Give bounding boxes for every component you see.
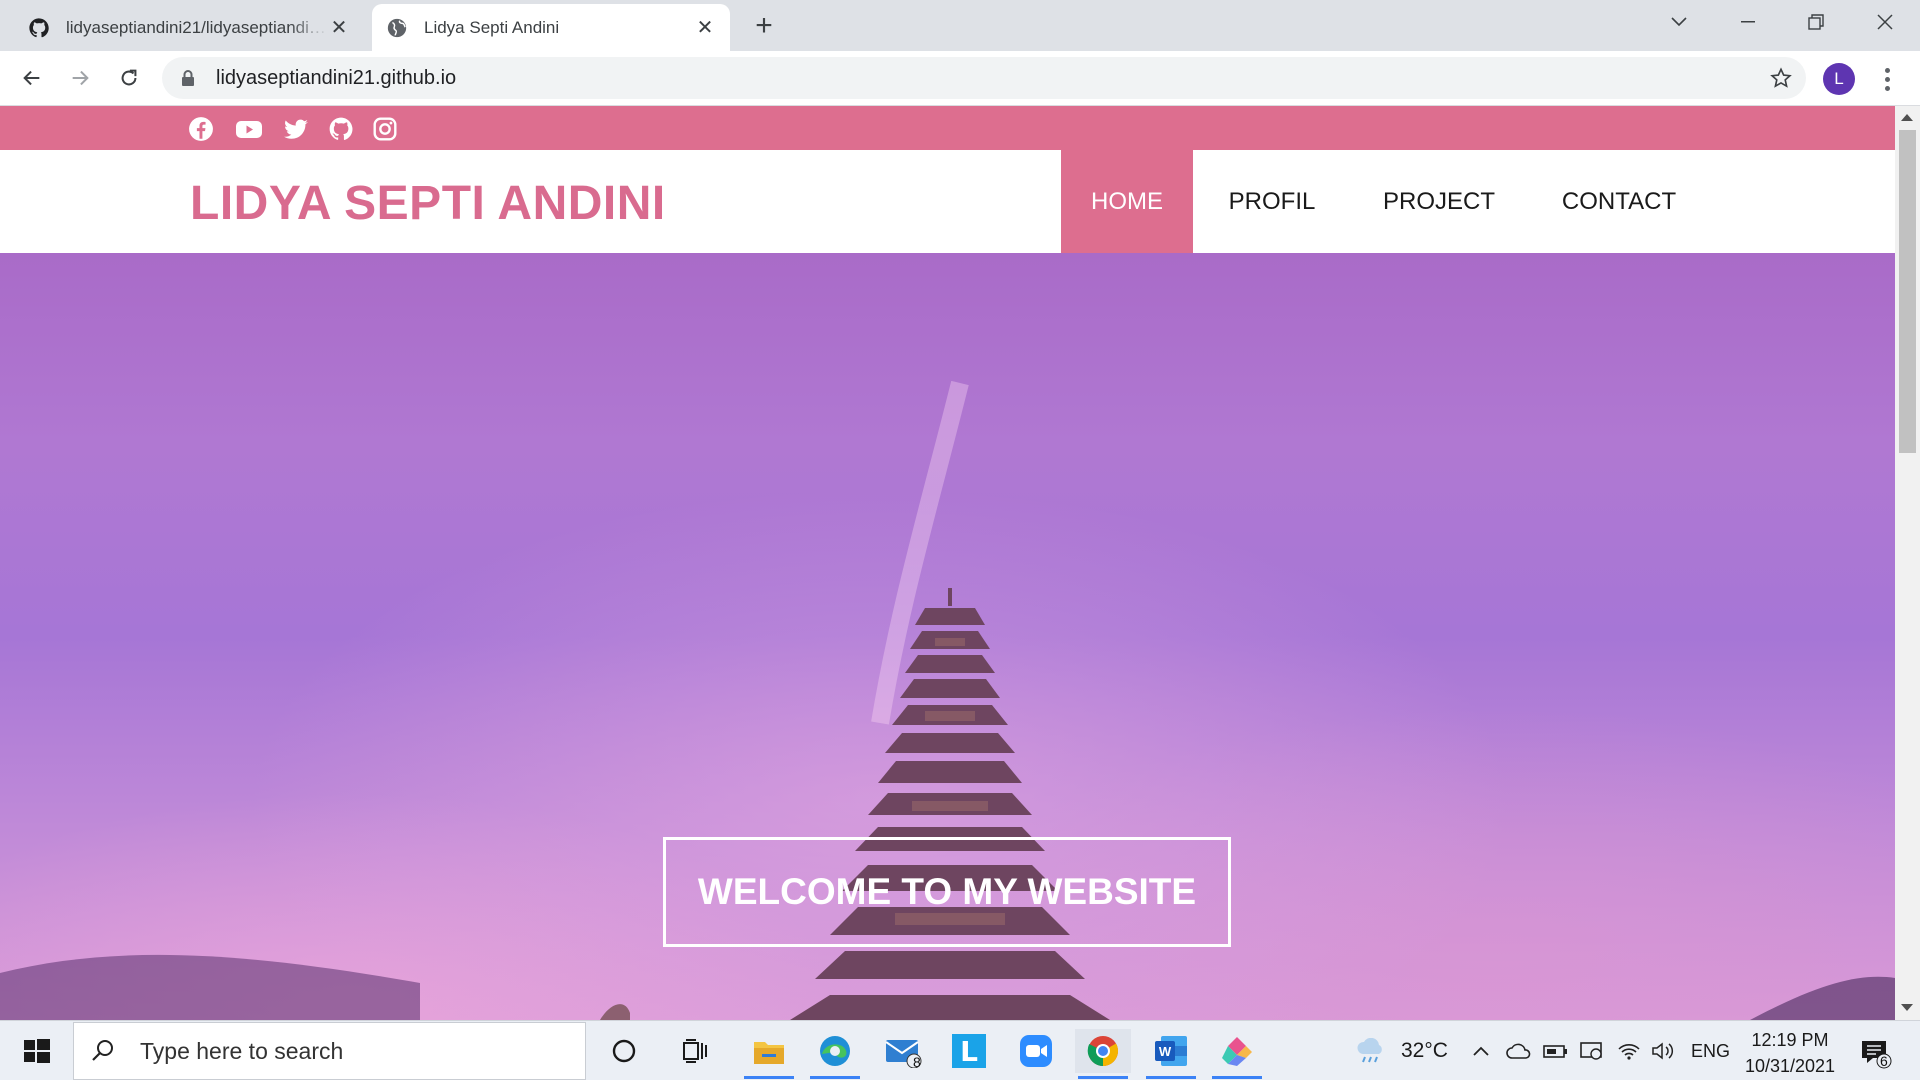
reload-button[interactable]	[112, 61, 146, 95]
menu-kebab-icon[interactable]	[1875, 63, 1899, 95]
url-text: lidyaseptiandini21.github.io	[216, 66, 457, 89]
bookmark-star-icon[interactable]	[1770, 67, 1792, 89]
battery-icon[interactable]	[1543, 1021, 1569, 1081]
security-icon[interactable]	[1580, 1021, 1604, 1081]
restore-icon[interactable]	[1788, 0, 1844, 44]
edge-browser-icon[interactable]	[807, 1029, 863, 1079]
weather-temp: 32°C	[1401, 1039, 1448, 1062]
notification-center-icon[interactable]: 6	[1858, 1035, 1892, 1069]
tab-title: Lidya Septi Andini	[424, 17, 560, 37]
instagram-icon[interactable]	[372, 116, 398, 142]
search-placeholder: Type here to search	[140, 1037, 344, 1064]
mail-badge: 8	[913, 1054, 921, 1070]
scroll-down-arrow-icon[interactable]	[1901, 1004, 1913, 1011]
address-bar[interactable]: lidyaseptiandini21.github.io	[162, 57, 1806, 99]
social-bar	[0, 106, 1895, 150]
file-explorer-icon[interactable]	[741, 1029, 797, 1079]
browser-toolbar: lidyaseptiandini21.github.io L	[0, 51, 1920, 106]
minimize-icon[interactable]	[1720, 0, 1776, 44]
chrome-icon[interactable]	[1075, 1029, 1131, 1079]
tray-overflow-chevron-icon[interactable]	[1472, 1021, 1490, 1081]
site-header: LIDYA SEPTI ANDINI HOME PROFIL PROJECT C…	[0, 150, 1895, 253]
windows-start-icon[interactable]	[14, 1036, 58, 1066]
tab-search-icon[interactable]	[1651, 0, 1707, 44]
cortana-icon[interactable]	[596, 1029, 652, 1073]
svg-text:W: W	[1159, 1044, 1172, 1059]
onedrive-icon[interactable]	[1506, 1021, 1532, 1081]
facebook-icon[interactable]	[188, 116, 214, 142]
zoom-icon[interactable]	[1008, 1029, 1064, 1073]
nav-profil[interactable]: PROFIL	[1193, 150, 1351, 253]
windows-taskbar: Type here to search 8 L W 32°C ENG 12:19…	[0, 1020, 1920, 1080]
task-view-icon[interactable]	[667, 1029, 723, 1073]
github-icon	[29, 17, 49, 37]
nav-contact[interactable]: CONTACT	[1527, 150, 1711, 253]
word-icon[interactable]: W	[1143, 1029, 1199, 1079]
volume-icon[interactable]	[1651, 1021, 1675, 1081]
tab-strip: lidyaseptiandini21/lidyaseptiandini21.gi…	[0, 0, 1920, 51]
profile-avatar[interactable]: L	[1823, 63, 1855, 95]
language-indicator[interactable]: ENG	[1691, 1021, 1730, 1081]
nav-home[interactable]: HOME	[1061, 150, 1193, 253]
youtube-icon[interactable]	[235, 116, 263, 142]
wifi-icon[interactable]	[1617, 1021, 1641, 1081]
tab-site[interactable]: Lidya Septi Andini ✕	[372, 4, 730, 51]
page-viewport: LIDYA SEPTI ANDINI HOME PROFIL PROJECT C…	[0, 106, 1895, 1020]
page-scrollbar[interactable]	[1895, 106, 1920, 1020]
scrollbar-thumb[interactable]	[1899, 130, 1916, 453]
close-tab-icon[interactable]: ✕	[694, 17, 716, 39]
tab-github[interactable]: lidyaseptiandini21/lidyaseptiandini21.gi…	[14, 4, 364, 51]
mail-icon[interactable]: 8	[875, 1029, 931, 1073]
search-icon	[92, 1040, 113, 1061]
twitter-icon[interactable]	[283, 116, 309, 142]
close-tab-icon[interactable]: ✕	[328, 17, 350, 39]
system-clock[interactable]: 12:19 PM 10/31/2021	[1730, 1027, 1850, 1079]
site-brand[interactable]: LIDYA SEPTI ANDINI	[190, 176, 666, 231]
notification-count: 6	[1880, 1053, 1888, 1069]
github-icon[interactable]	[328, 116, 354, 142]
clock-time: 12:19 PM	[1751, 1030, 1829, 1050]
new-tab-button[interactable]: +	[748, 9, 780, 42]
globe-icon	[387, 18, 407, 37]
clock-date: 10/31/2021	[1744, 1056, 1836, 1076]
cloud-rain-icon	[1357, 1038, 1382, 1063]
nav-project[interactable]: PROJECT	[1351, 150, 1527, 253]
welcome-heading: WELCOME TO MY WEBSITE	[663, 837, 1231, 947]
launcher-l-icon[interactable]: L	[941, 1029, 997, 1073]
forward-button[interactable]	[63, 61, 97, 95]
weather-widget[interactable]: 32°C	[1355, 1021, 1448, 1081]
tool-app-icon[interactable]	[1209, 1029, 1265, 1079]
taskbar-search-box[interactable]: Type here to search	[73, 1022, 586, 1080]
lock-icon	[182, 70, 194, 86]
scroll-up-arrow-icon[interactable]	[1901, 114, 1913, 121]
close-window-icon[interactable]	[1857, 0, 1913, 44]
back-button[interactable]	[15, 61, 49, 95]
tab-title: lidyaseptiandini21/lidyaseptiandini21.gi…	[66, 17, 328, 37]
hero-banner: WELCOME TO MY WEBSITE	[0, 253, 1895, 1020]
